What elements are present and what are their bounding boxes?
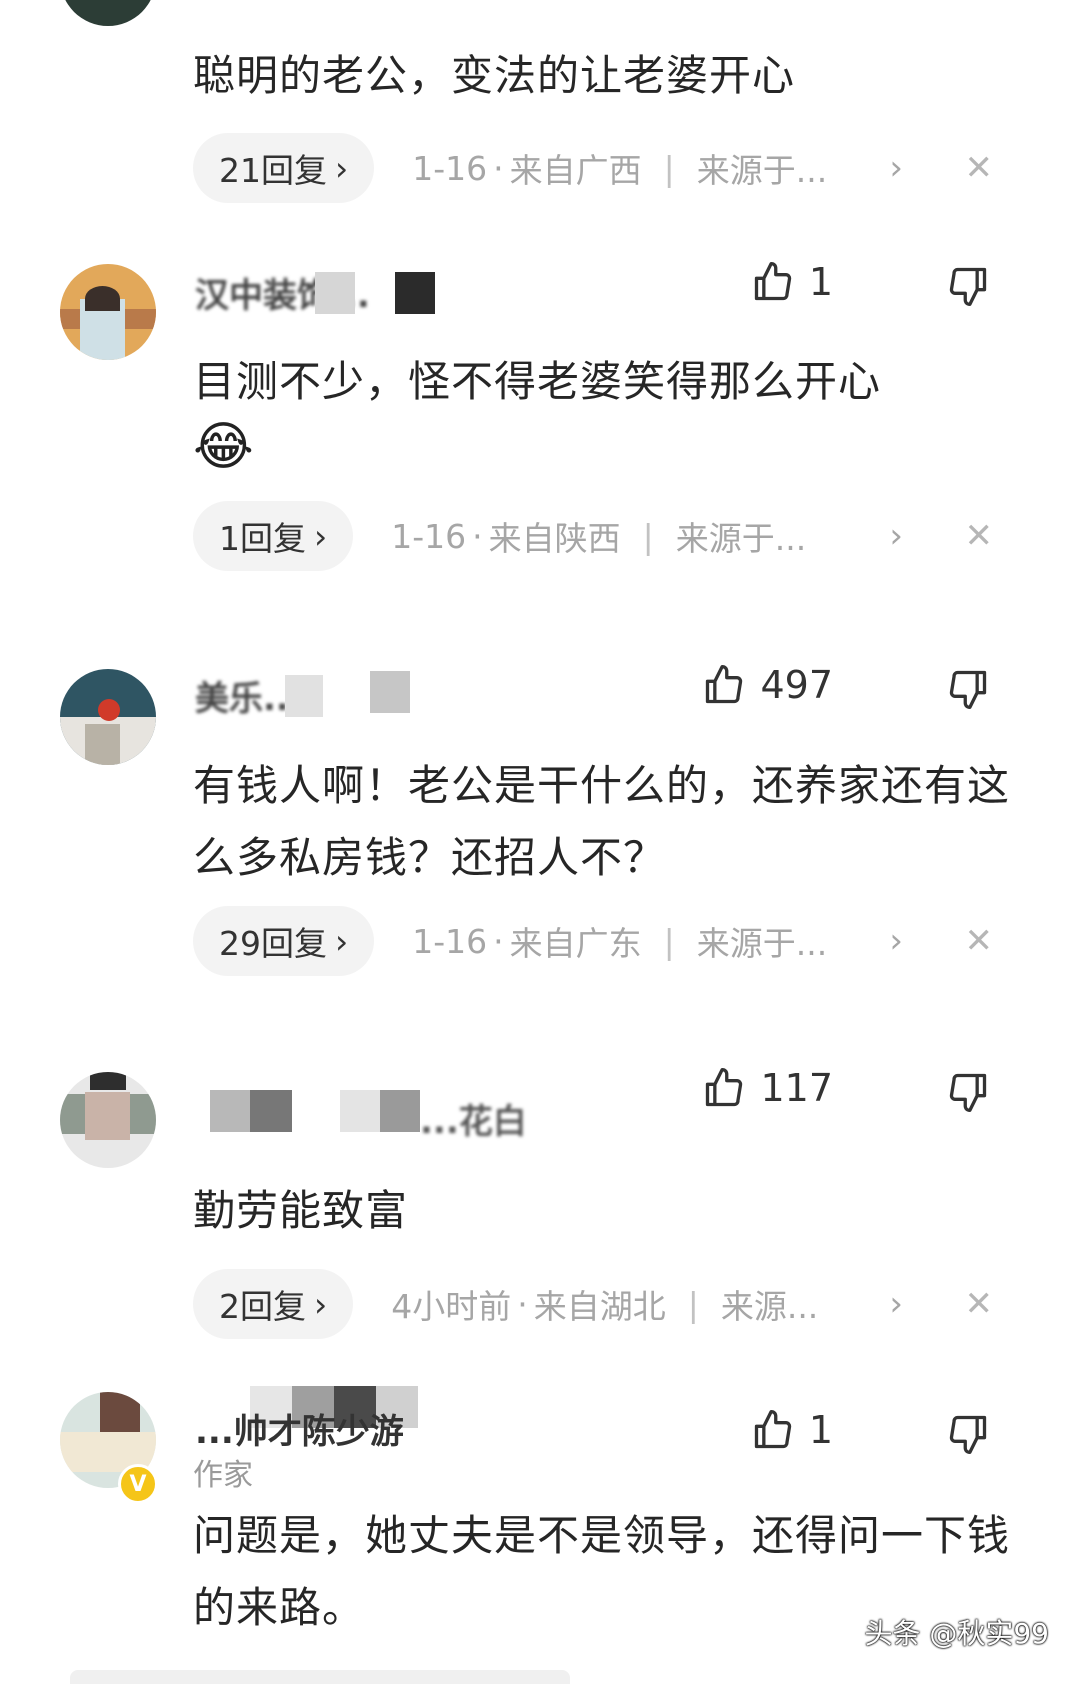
chevron-right-icon[interactable]: › [889, 148, 903, 188]
mosaic-block [340, 1090, 380, 1132]
comment-source[interactable]: 来源于... [697, 917, 827, 965]
avatar[interactable] [60, 0, 156, 26]
comment-info: 1-16 · 来自广东 | 来源于... [412, 917, 827, 965]
chevron-right-icon: › [314, 1284, 328, 1324]
like-button[interactable]: 497 [702, 663, 833, 707]
comment-info: 4小时前 · 来自湖北 | 来源... [391, 1280, 818, 1328]
comment-meta: 1回复 › 1-16 · 来自陕西 | 来源于... › ✕ [193, 500, 1013, 572]
comment-meta: 29回复 › 1-16 · 来自广东 | 来源于... › ✕ [193, 905, 1013, 977]
divider: | [642, 516, 654, 556]
verified-badge: V [118, 1464, 158, 1504]
comment-text: 目测不少，怪不得老婆笑得那么开心 [193, 357, 882, 406]
reply-count: 29回复 [219, 924, 327, 963]
comment-date: 4小时前 [391, 1287, 512, 1326]
divider: | [687, 1284, 699, 1324]
dot-separator: · [493, 148, 504, 188]
chevron-right-icon[interactable]: › [889, 921, 903, 961]
like-button[interactable]: 1 [751, 1408, 833, 1452]
close-icon[interactable]: ✕ [965, 921, 994, 961]
reply-count-button[interactable]: 29回复 › [193, 906, 375, 976]
mosaic-block [370, 671, 410, 713]
like-button[interactable]: 1 [751, 260, 833, 304]
like-count: 117 [760, 1066, 833, 1110]
comment-date: 1-16 [412, 148, 488, 188]
mosaic-block [315, 272, 355, 314]
mosaic-block [250, 1090, 292, 1132]
avatar[interactable] [60, 264, 156, 360]
comment-location: 来自广西 [509, 151, 642, 190]
mosaic-block [395, 272, 435, 314]
comment-meta: 2回复 › 4小时前 · 来自湖北 | 来源... › ✕ [193, 1268, 1013, 1340]
comment-info: 1-16 · 来自广西 | 来源于... [412, 144, 827, 192]
reply-count-button[interactable]: 1回复 › [193, 501, 354, 571]
username[interactable]: ...帅才陈少游 [195, 1404, 404, 1453]
chevron-right-icon: › [335, 921, 349, 961]
reply-count: 21回复 [219, 151, 327, 190]
comment-info: 1-16 · 来自陕西 | 来源于... [391, 512, 806, 560]
comment-text: 有钱人啊！老公是干什么的，还养家还有这么多私房钱？还招人不？ [193, 761, 1011, 882]
like-count: 1 [808, 1408, 833, 1452]
mosaic-block [210, 1090, 250, 1132]
input-bar-edge [70, 1670, 570, 1684]
chevron-right-icon: › [314, 516, 328, 556]
dot-separator: · [472, 516, 483, 556]
divider: | [663, 921, 675, 961]
dot-separator: · [493, 921, 504, 961]
reply-count: 2回复 [219, 1287, 306, 1326]
username[interactable]: ...花白 [420, 1094, 527, 1143]
thumbs-down-icon[interactable] [946, 1070, 990, 1114]
comment-date: 1-16 [391, 516, 467, 556]
like-count: 1 [808, 260, 833, 304]
like-button[interactable]: 117 [702, 1066, 833, 1110]
reply-count-button[interactable]: 2回复 › [193, 1269, 354, 1339]
thumbs-up-icon [706, 1068, 743, 1107]
chevron-right-icon[interactable]: › [889, 1284, 903, 1324]
thumbs-up-icon [706, 665, 743, 704]
dot-separator: · [517, 1284, 528, 1324]
comment-meta: 21回复 › 1-16 · 来自广西 | 来源于... › ✕ [193, 132, 1013, 204]
comment-text: 勤劳能致富 [193, 1186, 409, 1235]
comment-location: 来自陕西 [488, 519, 621, 558]
close-icon[interactable]: ✕ [965, 148, 994, 188]
comment-source[interactable]: 来源于... [676, 512, 806, 560]
laughing-emoji: 😂 [193, 417, 254, 477]
reply-count-button[interactable]: 21回复 › [193, 133, 375, 203]
mosaic-block [380, 1090, 420, 1132]
mosaic-block [285, 675, 323, 717]
close-icon[interactable]: ✕ [965, 1284, 994, 1324]
reply-count: 1回复 [219, 519, 306, 558]
comment-source[interactable]: 来源... [721, 1280, 818, 1328]
thumbs-up-icon [754, 1410, 791, 1449]
chevron-right-icon[interactable]: › [889, 516, 903, 556]
avatar[interactable] [60, 669, 156, 765]
comment-list: 聪明的老公，变法的让老婆开心 21回复 › 1-16 · 来自广西 | 来源于.… [0, 0, 1073, 1684]
comment-text: 聪明的老公，变法的让老婆开心 [193, 51, 796, 100]
divider: | [663, 148, 675, 188]
comment-location: 来自广东 [509, 924, 642, 963]
close-icon[interactable]: ✕ [965, 516, 994, 556]
thumbs-down-icon[interactable] [946, 667, 990, 711]
chevron-right-icon: › [335, 148, 349, 188]
avatar[interactable] [60, 1072, 156, 1168]
watermark: 头条 @秋实99 [864, 1617, 1049, 1650]
thumbs-up-icon [754, 262, 791, 301]
user-role: 作家 [193, 1458, 253, 1493]
comment-location: 来自湖北 [533, 1287, 666, 1326]
thumbs-down-icon[interactable] [946, 264, 990, 308]
like-count: 497 [760, 663, 833, 707]
thumbs-down-icon[interactable] [946, 1412, 990, 1456]
comment-source[interactable]: 来源于... [697, 144, 827, 192]
comment-date: 1-16 [412, 921, 488, 961]
